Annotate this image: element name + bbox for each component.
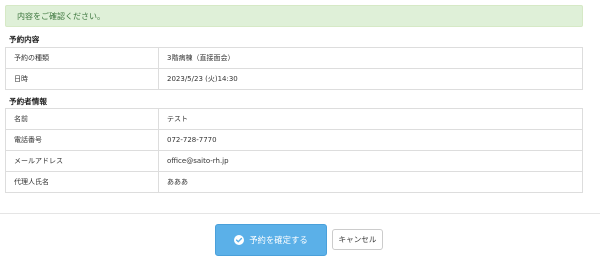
table-row: 名前 テスト bbox=[5, 108, 583, 130]
row-value: 3階病棟（直接面会） bbox=[158, 47, 583, 69]
reservation-section-title: 予約内容 bbox=[9, 35, 40, 44]
confirm-reservation-button[interactable]: 予約を確定する bbox=[215, 224, 327, 256]
reserver-section-title: 予約者情報 bbox=[9, 97, 47, 106]
confirmation-alert: 内容をご確認ください。 bbox=[5, 5, 583, 27]
alert-message: 内容をご確認ください。 bbox=[17, 12, 105, 21]
check-circle-icon bbox=[234, 235, 245, 245]
table-row: 日時 2023/5/23 (火)14:30 bbox=[5, 68, 583, 90]
row-value: テスト bbox=[158, 108, 583, 130]
row-label: 日時 bbox=[5, 68, 159, 90]
table-row: 予約の種類 3階病棟（直接面会） bbox=[5, 47, 583, 69]
reserver-table: 名前 テスト 電話番号 072-728-7770 メールアドレス office@… bbox=[5, 108, 583, 193]
footer-divider bbox=[0, 213, 600, 214]
row-value: 072-728-7770 bbox=[158, 129, 583, 151]
table-row: 代理人氏名 あああ bbox=[5, 171, 583, 193]
row-value: 2023/5/23 (火)14:30 bbox=[158, 68, 583, 90]
cancel-button-label: キャンセル bbox=[338, 235, 377, 244]
row-value: office@saito-rh.jp bbox=[158, 150, 583, 172]
row-label: 予約の種類 bbox=[5, 47, 159, 69]
row-label: 電話番号 bbox=[5, 129, 159, 151]
row-label: 名前 bbox=[5, 108, 159, 130]
row-label: 代理人氏名 bbox=[5, 171, 159, 193]
row-label: メールアドレス bbox=[5, 150, 159, 172]
confirmation-page: 内容をご確認ください。 予約内容 予約の種類 3階病棟（直接面会） 日時 202… bbox=[0, 0, 600, 264]
confirm-button-label: 予約を確定する bbox=[249, 235, 308, 245]
table-row: メールアドレス office@saito-rh.jp bbox=[5, 150, 583, 172]
reservation-table: 予約の種類 3階病棟（直接面会） 日時 2023/5/23 (火)14:30 bbox=[5, 47, 583, 90]
row-value: あああ bbox=[158, 171, 583, 193]
table-row: 電話番号 072-728-7770 bbox=[5, 129, 583, 151]
cancel-button[interactable]: キャンセル bbox=[332, 229, 383, 250]
